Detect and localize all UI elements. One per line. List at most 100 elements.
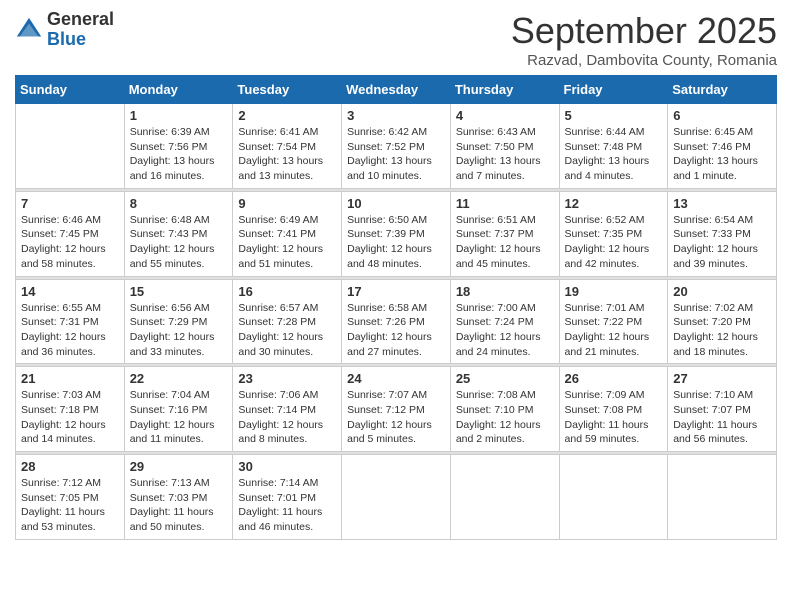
day-cell: 21Sunrise: 7:03 AMSunset: 7:18 PMDayligh… <box>16 367 125 452</box>
day-number: 20 <box>673 284 771 299</box>
day-cell: 26 Sunrise: 7:09 AMSunset: 7:08 PMDayligh… <box>559 367 668 452</box>
day-cell: 30Sunrise: 7:14 AMSunset: 7:01 PMDayligh… <box>233 455 342 540</box>
logo-text: General Blue <box>47 10 114 50</box>
weekday-header-saturday: Saturday <box>668 76 777 104</box>
weekday-header-sunday: Sunday <box>16 76 125 104</box>
day-info: Sunrise: 7:07 AMSunset: 7:12 PMDaylight:… <box>347 388 445 447</box>
day-number: 2 <box>238 108 336 123</box>
day-cell: 7 Sunrise: 6:46 AMSunset: 7:45 PMDaylight… <box>16 191 125 276</box>
day-info: Sunrise: 6:49 AMSunset: 7:41 PMDaylight:… <box>238 213 336 272</box>
day-number: 25 <box>456 371 554 386</box>
day-number: 15 <box>130 284 228 299</box>
day-cell <box>450 455 559 540</box>
day-number: 11 <box>456 196 554 211</box>
day-cell: 18Sunrise: 7:00 AMSunset: 7:24 PMDayligh… <box>450 279 559 364</box>
day-cell: 22 Sunrise: 7:04 AMSunset: 7:16 PMDayligh… <box>124 367 233 452</box>
day-info: Sunrise: 6:55 AMSunset: 7:31 PMDaylight:… <box>21 301 119 360</box>
day-number: 5 <box>565 108 663 123</box>
day-info: Sunrise: 6:54 AMSunset: 7:33 PMDaylight:… <box>673 213 771 272</box>
day-number: 19 <box>565 284 663 299</box>
day-number: 28 <box>21 459 119 474</box>
logo-icon <box>15 16 43 44</box>
day-info: Sunrise: 6:41 AMSunset: 7:54 PMDaylight:… <box>238 125 336 184</box>
day-number: 30 <box>238 459 336 474</box>
day-info: Sunrise: 6:50 AMSunset: 7:39 PMDaylight:… <box>347 213 445 272</box>
day-info: Sunrise: 7:06 AMSunset: 7:14 PMDaylight:… <box>238 388 336 447</box>
week-row-4: 21Sunrise: 7:03 AMSunset: 7:18 PMDayligh… <box>16 367 777 452</box>
day-number: 22 <box>130 371 228 386</box>
week-row-5: 28Sunrise: 7:12 AMSunset: 7:05 PMDayligh… <box>16 455 777 540</box>
day-info: Sunrise: 7:10 AMSunset: 7:07 PMDaylight:… <box>673 388 771 447</box>
day-cell: 1 Sunrise: 6:39 AMSunset: 7:56 PMDaylight… <box>124 104 233 189</box>
day-cell <box>342 455 451 540</box>
day-cell: 29Sunrise: 7:13 AMSunset: 7:03 PMDayligh… <box>124 455 233 540</box>
day-info: Sunrise: 6:51 AMSunset: 7:37 PMDaylight:… <box>456 213 554 272</box>
day-number: 14 <box>21 284 119 299</box>
day-cell: 14 Sunrise: 6:55 AMSunset: 7:31 PMDayligh… <box>16 279 125 364</box>
day-info: Sunrise: 7:01 AMSunset: 7:22 PMDaylight:… <box>565 301 663 360</box>
day-cell: 12 Sunrise: 6:52 AMSunset: 7:35 PMDayligh… <box>559 191 668 276</box>
day-cell: 24Sunrise: 7:07 AMSunset: 7:12 PMDayligh… <box>342 367 451 452</box>
day-number: 6 <box>673 108 771 123</box>
day-number: 23 <box>238 371 336 386</box>
day-cell: 11 Sunrise: 6:51 AMSunset: 7:37 PMDayligh… <box>450 191 559 276</box>
day-info: Sunrise: 7:09 AMSunset: 7:08 PMDaylight:… <box>565 388 663 447</box>
day-info: Sunrise: 7:03 AMSunset: 7:18 PMDaylight:… <box>21 388 119 447</box>
day-number: 27 <box>673 371 771 386</box>
logo-blue: Blue <box>47 30 114 50</box>
day-info: Sunrise: 6:57 AMSunset: 7:28 PMDaylight:… <box>238 301 336 360</box>
day-cell: 28Sunrise: 7:12 AMSunset: 7:05 PMDayligh… <box>16 455 125 540</box>
day-number: 26 <box>565 371 663 386</box>
day-cell: 6 Sunrise: 6:45 AMSunset: 7:46 PMDaylight… <box>668 104 777 189</box>
day-number: 1 <box>130 108 228 123</box>
day-info: Sunrise: 7:02 AMSunset: 7:20 PMDaylight:… <box>673 301 771 360</box>
day-info: Sunrise: 7:04 AMSunset: 7:16 PMDaylight:… <box>130 388 228 447</box>
day-cell <box>559 455 668 540</box>
day-cell: 10 Sunrise: 6:50 AMSunset: 7:39 PMDayligh… <box>342 191 451 276</box>
month-title: September 2025 <box>511 10 777 52</box>
day-cell: 27 Sunrise: 7:10 AMSunset: 7:07 PMDayligh… <box>668 367 777 452</box>
day-cell: 15 Sunrise: 6:56 AMSunset: 7:29 PMDayligh… <box>124 279 233 364</box>
day-cell: 17 Sunrise: 6:58 AMSunset: 7:26 PMDayligh… <box>342 279 451 364</box>
day-number: 13 <box>673 196 771 211</box>
weekday-header-friday: Friday <box>559 76 668 104</box>
day-cell: 19 Sunrise: 7:01 AMSunset: 7:22 PMDayligh… <box>559 279 668 364</box>
day-info: Sunrise: 6:52 AMSunset: 7:35 PMDaylight:… <box>565 213 663 272</box>
location-title: Razvad, Dambovita County, Romania <box>511 52 777 69</box>
day-number: 12 <box>565 196 663 211</box>
day-number: 10 <box>347 196 445 211</box>
day-info: Sunrise: 6:45 AMSunset: 7:46 PMDaylight:… <box>673 125 771 184</box>
title-block: September 2025 Razvad, Dambovita County,… <box>511 10 777 69</box>
day-cell: 3 Sunrise: 6:42 AMSunset: 7:52 PMDaylight… <box>342 104 451 189</box>
weekday-header-monday: Monday <box>124 76 233 104</box>
day-cell: 5Sunrise: 6:44 AMSunset: 7:48 PMDaylight… <box>559 104 668 189</box>
weekday-header-thursday: Thursday <box>450 76 559 104</box>
day-number: 9 <box>238 196 336 211</box>
weekday-header-row: SundayMondayTuesdayWednesdayThursdayFrid… <box>16 76 777 104</box>
day-cell: 16Sunrise: 6:57 AMSunset: 7:28 PMDayligh… <box>233 279 342 364</box>
day-info: Sunrise: 6:56 AMSunset: 7:29 PMDaylight:… <box>130 301 228 360</box>
week-row-3: 14 Sunrise: 6:55 AMSunset: 7:31 PMDayligh… <box>16 279 777 364</box>
day-number: 17 <box>347 284 445 299</box>
day-cell: 9 Sunrise: 6:49 AMSunset: 7:41 PMDaylight… <box>233 191 342 276</box>
day-cell: 4Sunrise: 6:43 AMSunset: 7:50 PMDaylight… <box>450 104 559 189</box>
calendar: SundayMondayTuesdayWednesdayThursdayFrid… <box>15 75 777 540</box>
day-cell <box>668 455 777 540</box>
day-info: Sunrise: 6:46 AMSunset: 7:45 PMDaylight:… <box>21 213 119 272</box>
logo: General Blue <box>15 10 114 50</box>
day-cell: 8Sunrise: 6:48 AMSunset: 7:43 PMDaylight… <box>124 191 233 276</box>
day-cell: 13 Sunrise: 6:54 AMSunset: 7:33 PMDayligh… <box>668 191 777 276</box>
day-cell: 25 Sunrise: 7:08 AMSunset: 7:10 PMDayligh… <box>450 367 559 452</box>
day-info: Sunrise: 7:08 AMSunset: 7:10 PMDaylight:… <box>456 388 554 447</box>
day-number: 3 <box>347 108 445 123</box>
weekday-header-tuesday: Tuesday <box>233 76 342 104</box>
day-info: Sunrise: 7:13 AMSunset: 7:03 PMDaylight:… <box>130 476 228 535</box>
week-row-2: 7 Sunrise: 6:46 AMSunset: 7:45 PMDaylight… <box>16 191 777 276</box>
day-info: Sunrise: 6:43 AMSunset: 7:50 PMDaylight:… <box>456 125 554 184</box>
page-header: General Blue September 2025 Razvad, Damb… <box>15 10 777 69</box>
day-info: Sunrise: 7:00 AMSunset: 7:24 PMDaylight:… <box>456 301 554 360</box>
day-info: Sunrise: 6:42 AMSunset: 7:52 PMDaylight:… <box>347 125 445 184</box>
day-info: Sunrise: 6:58 AMSunset: 7:26 PMDaylight:… <box>347 301 445 360</box>
day-number: 7 <box>21 196 119 211</box>
day-info: Sunrise: 6:39 AMSunset: 7:56 PMDaylight:… <box>130 125 228 184</box>
